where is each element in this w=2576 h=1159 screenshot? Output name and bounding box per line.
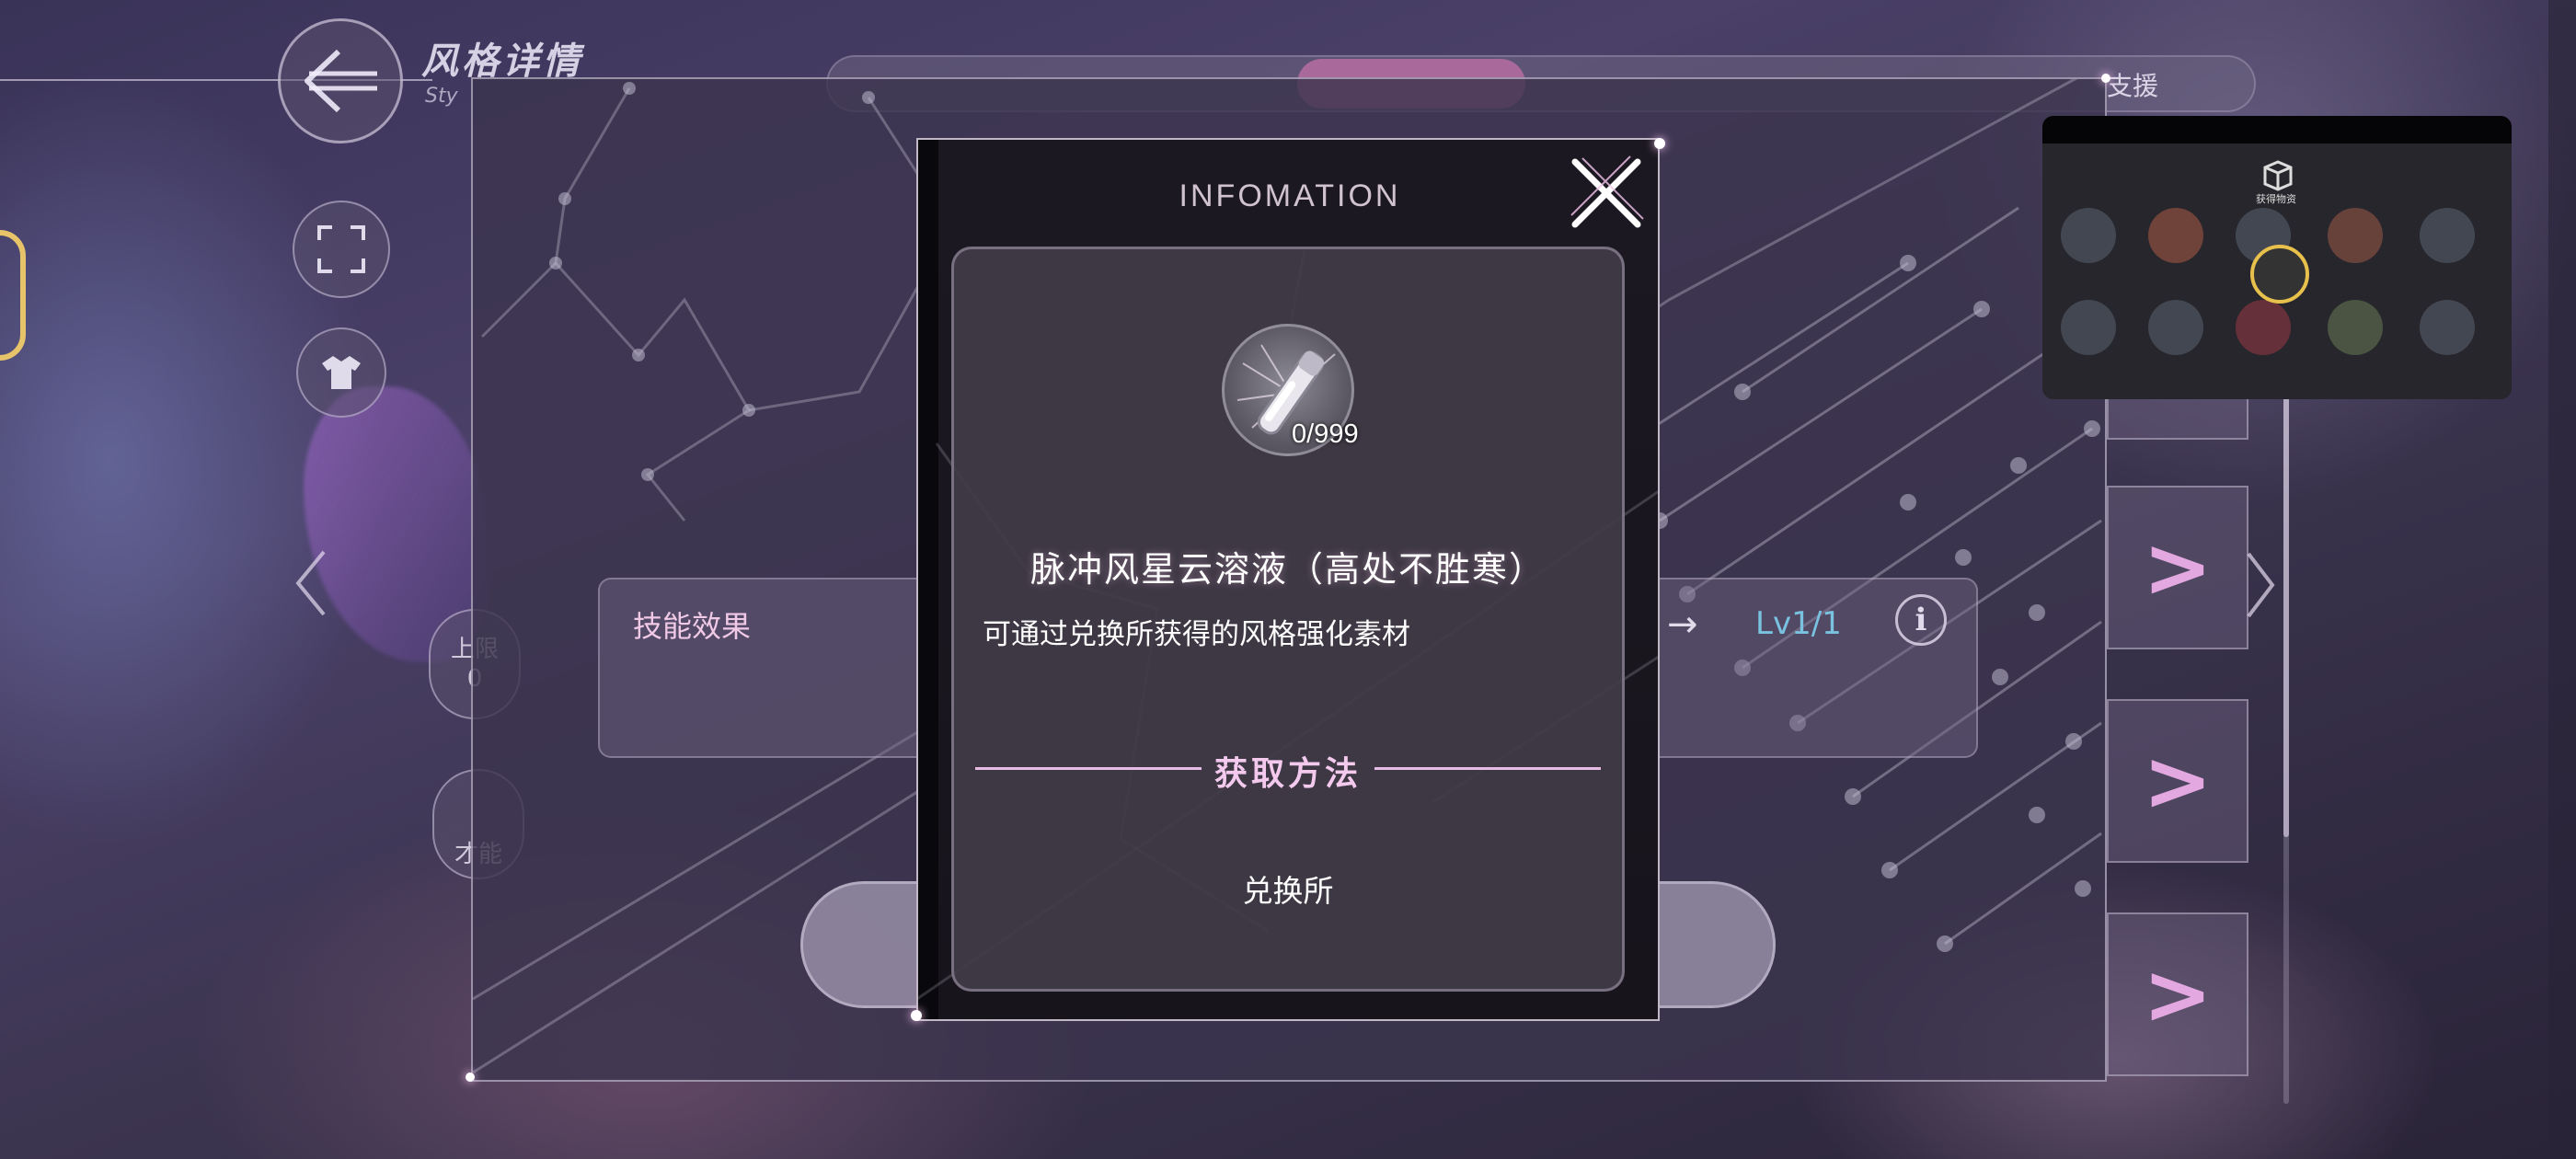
acquire-method-heading: 获取方法 xyxy=(1213,755,1362,793)
outfit-icon xyxy=(322,356,361,389)
inset-label: 获得物资 xyxy=(2256,193,2296,205)
fullscreen-button[interactable] xyxy=(293,201,390,298)
chevron-right-icon: > xyxy=(2143,732,2213,830)
info-icon[interactable]: i xyxy=(1895,594,1947,646)
skill-level: Lv1/1 xyxy=(1755,605,1842,642)
close-icon[interactable] xyxy=(1566,151,1649,234)
right-list-item[interactable]: > xyxy=(2107,699,2248,863)
item-description: 可通过兑换所获得的风格强化素材 xyxy=(983,618,1410,651)
next-arrow-icon[interactable] xyxy=(2245,548,2278,622)
right-list-item[interactable]: > xyxy=(2107,912,2248,1076)
fullscreen-icon xyxy=(317,225,365,273)
corner-accent xyxy=(466,1073,475,1082)
acquire-source-link[interactable]: 兑换所 xyxy=(951,866,1625,911)
tab-support[interactable]: 支援 xyxy=(2107,66,2158,103)
item-count: 0/999 xyxy=(1292,419,1359,449)
box-icon xyxy=(2263,160,2293,191)
right-list-item[interactable]: > xyxy=(2107,486,2248,649)
chevron-right-icon: > xyxy=(2143,946,2213,1043)
right-edge xyxy=(2548,0,2576,1159)
page-subtitle: Sty xyxy=(425,85,458,108)
inset-highlight xyxy=(2250,245,2309,304)
level-arrow: → xyxy=(1667,603,1698,646)
back-button[interactable] xyxy=(278,18,403,143)
prev-arrow-icon[interactable] xyxy=(293,546,329,620)
scrollbar-thumb[interactable] xyxy=(2283,396,2289,837)
back-arrow-icon xyxy=(305,49,377,113)
overlay-inset-video: 获得物资 xyxy=(2042,116,2512,399)
chevron-right-icon: > xyxy=(2143,519,2213,616)
modal-title: INFOMATION xyxy=(1179,178,1401,213)
corner-accent xyxy=(1654,138,1665,149)
edge-badge xyxy=(0,230,26,361)
corner-accent xyxy=(911,1010,922,1021)
outfit-button[interactable] xyxy=(296,327,386,418)
skill-effect-label: 技能效果 xyxy=(633,609,752,644)
corner-accent xyxy=(2101,74,2110,83)
item-name: 脉冲风星云溶液（高处不胜寒） xyxy=(1029,549,1546,590)
